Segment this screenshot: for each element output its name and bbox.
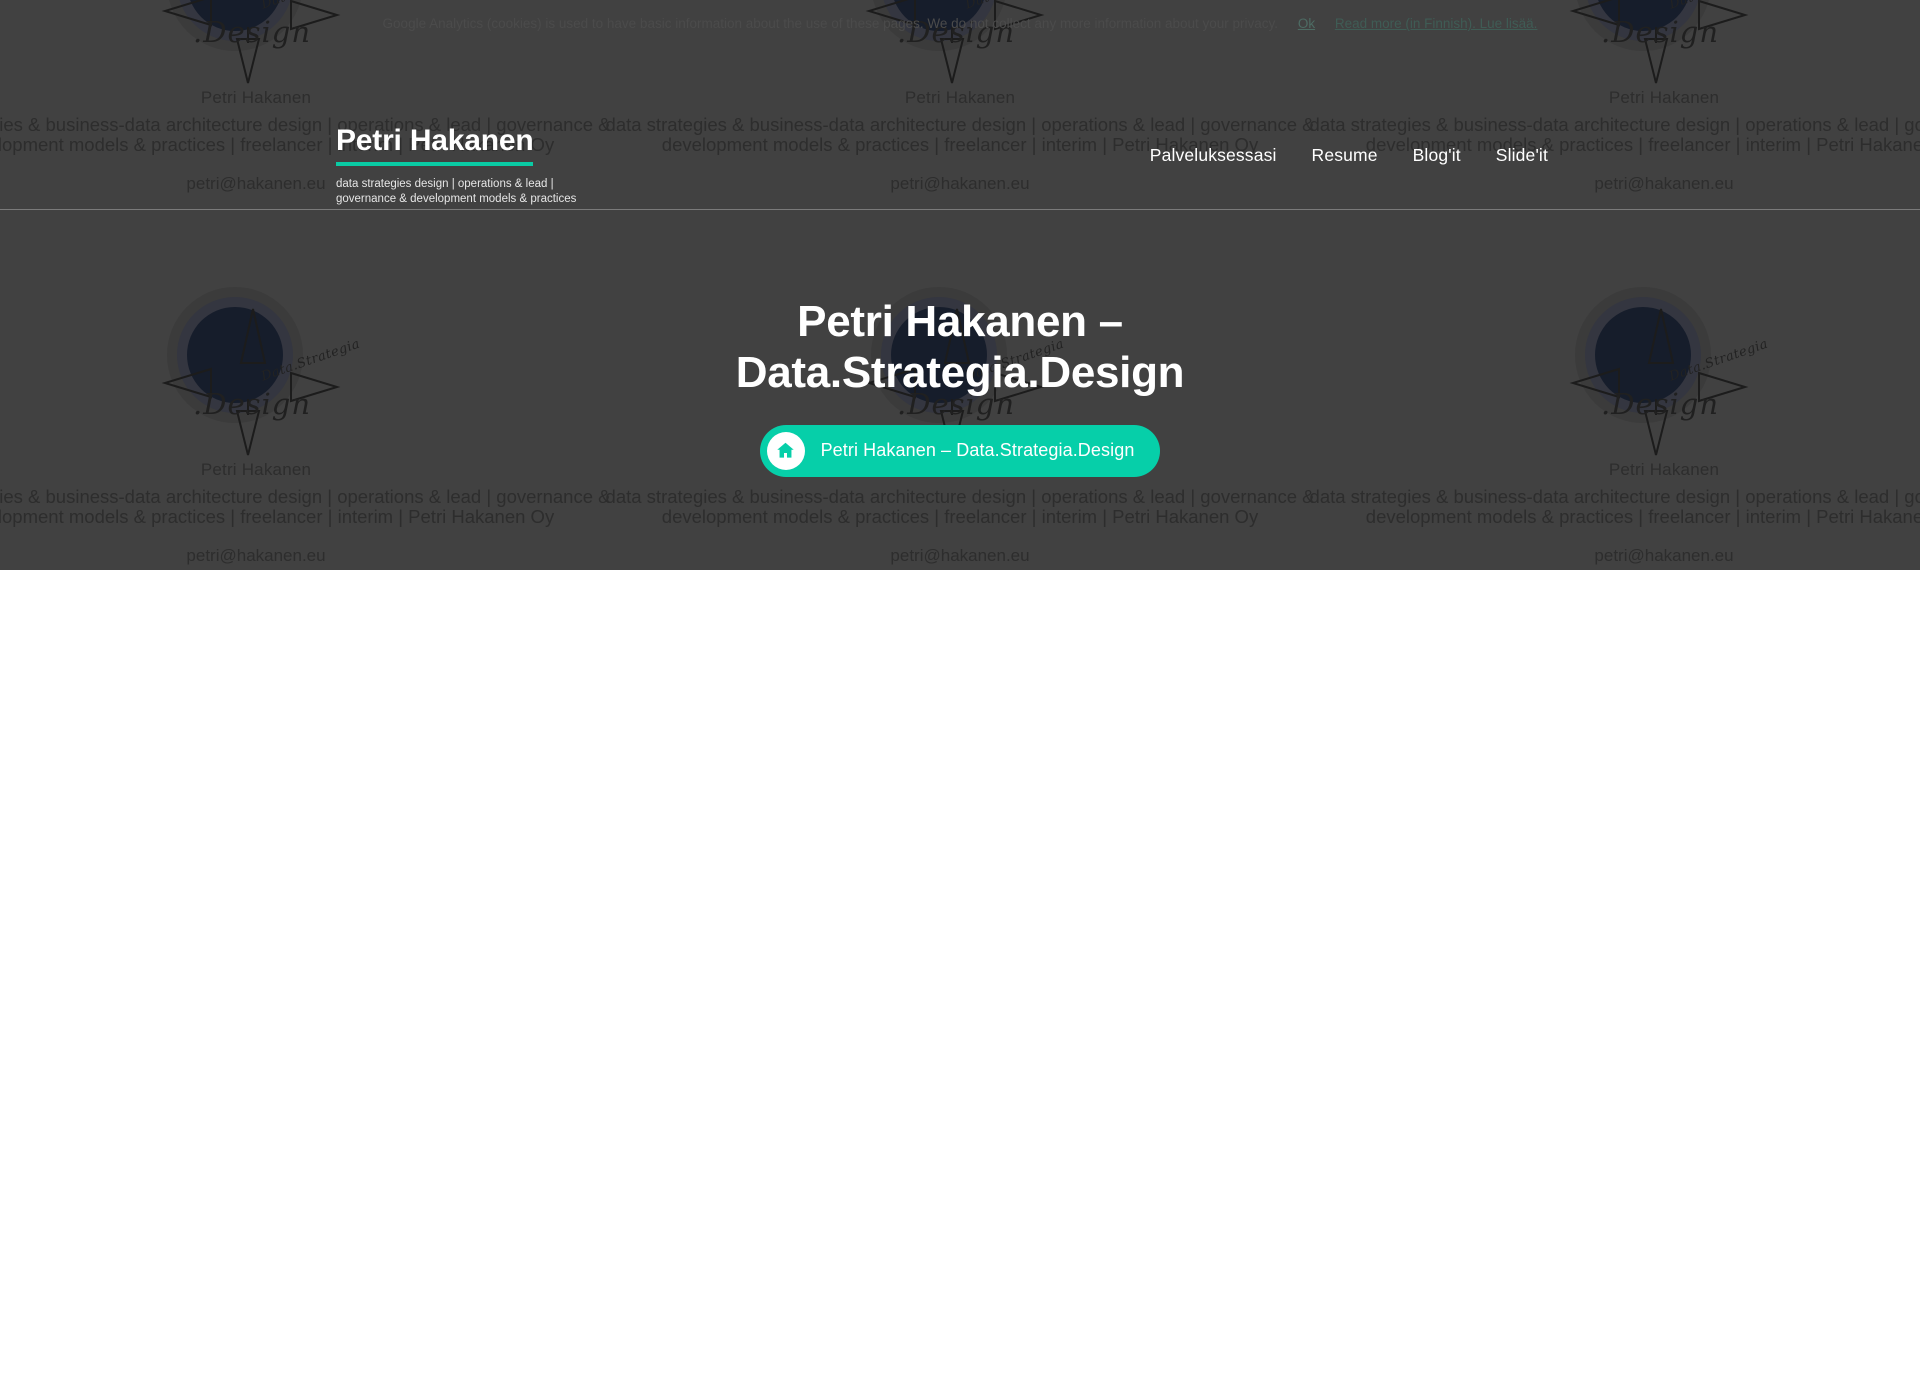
page-title: Petri Hakanen – Data.Strategia.Design: [0, 296, 1920, 399]
header-inner: Petri Hakanen data strategies design | o…: [0, 0, 1920, 256]
hero-content: Petri Hakanen – Data.Strategia.Design Pe…: [0, 296, 1920, 477]
brand[interactable]: Petri Hakanen data strategies design | o…: [336, 124, 596, 207]
page-body: [0, 570, 1920, 1400]
hero-cta-button[interactable]: Petri Hakanen – Data.Strategia.Design: [759, 424, 1161, 477]
site-tagline: data strategies design | operations & le…: [336, 177, 577, 205]
cookie-read-more-link[interactable]: Read more (in Finnish). Lue lisää.: [1335, 16, 1538, 31]
watermark-email: petri@hakanen.eu: [890, 546, 1030, 565]
hero-section: .DesignData.StrategiaPetri Hakanendata s…: [0, 0, 1920, 570]
nav-item-slide-it[interactable]: Slide'it: [1496, 145, 1548, 166]
header-divider: [0, 209, 1920, 210]
nav-item-palveluksessasi[interactable]: Palveluksessasi: [1150, 145, 1277, 166]
site-title[interactable]: Petri Hakanen: [336, 124, 534, 166]
page-title-line-2: Data.Strategia.Design: [735, 348, 1185, 398]
watermark-email: petri@hakanen.eu: [186, 546, 326, 565]
nav-item-blog-it[interactable]: Blog'it: [1413, 145, 1461, 166]
page-root: .DesignData.StrategiaPetri Hakanendata s…: [0, 0, 1920, 1400]
hero-cta-label: Petri Hakanen – Data.Strategia.Design: [820, 440, 1135, 461]
watermark-email: petri@hakanen.eu: [1594, 546, 1734, 565]
home-icon: [766, 431, 805, 470]
watermark-tagline: data strategies & business-data architec…: [1914, 487, 1920, 526]
watermark-tagline: data strategies & business-data architec…: [1309, 486, 1920, 527]
cookie-notice-text: Google Analytics (cookies) is used to ha…: [382, 16, 1279, 31]
cookie-ok-link[interactable]: Ok: [1298, 16, 1315, 31]
main-navigation: Palveluksessasi Resume Blog'it Slide'it: [1150, 145, 1548, 166]
page-title-line-1: Petri Hakanen –: [797, 297, 1123, 346]
site-header: Petri Hakanen data strategies design | o…: [0, 0, 1920, 256]
nav-item-resume[interactable]: Resume: [1312, 145, 1378, 166]
cookie-notice: Google Analytics (cookies) is used to ha…: [0, 16, 1920, 31]
